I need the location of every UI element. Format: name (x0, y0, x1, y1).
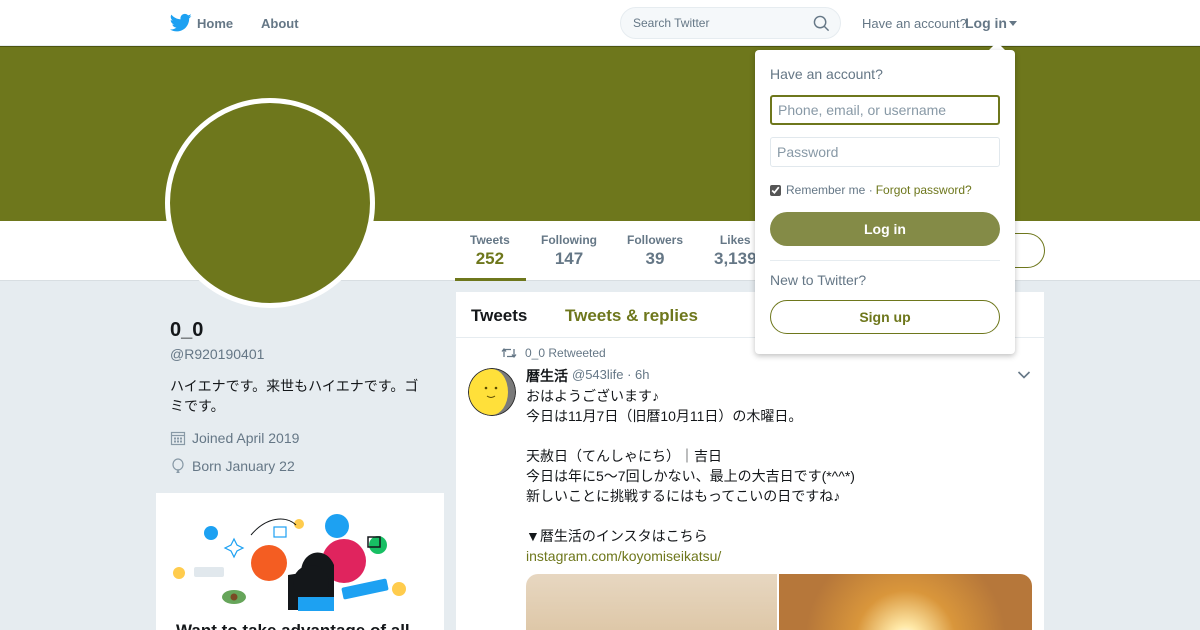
forgot-password-link[interactable]: Forgot password? (876, 183, 972, 197)
profile-bio: ハイエナです。来世もハイエナです。ゴミです。 (170, 378, 419, 414)
balloon-icon (172, 458, 184, 473)
tweet-link[interactable]: instagram.com/koyomiseikatsu/ (526, 546, 1026, 566)
signup-button[interactable]: Sign up (770, 300, 1000, 334)
login-menu-button[interactable]: Log in (965, 15, 1017, 31)
retweet-icon (501, 347, 517, 359)
tweet-line: 天赦日（てんしゃにち）｜吉日 (526, 448, 722, 464)
tweet-photo[interactable] (526, 574, 777, 630)
profile-joined-text: Joined April 2019 (192, 430, 300, 446)
nav-home-link[interactable]: Home (197, 16, 233, 31)
login-dropdown: Have an account? Remember me · Forgot pa… (755, 50, 1015, 354)
profile-name[interactable]: 0_0 (170, 319, 203, 342)
stat-tweets[interactable]: Tweets 252 (470, 233, 510, 269)
search-input[interactable]: Search Twitter (633, 16, 709, 30)
stat-value: 147 (554, 249, 584, 268)
remember-me-row: Remember me · Forgot password? (770, 183, 972, 197)
active-stat-underline (455, 278, 526, 281)
tweet-photo[interactable] (779, 574, 1032, 630)
new-to-twitter-text: New to Twitter? (770, 272, 867, 288)
nav-about-link[interactable]: About (261, 16, 299, 31)
stat-label: Followers (627, 233, 684, 247)
tab-tweets-and-replies[interactable]: Tweets & replies (565, 306, 698, 326)
tweet-line: 今日は11月7日（旧暦10月11日）の木曜日。 (526, 408, 803, 424)
divider (770, 260, 1000, 261)
caret-down-icon (1009, 21, 1017, 26)
twitter-bird-icon[interactable] (170, 13, 192, 33)
calendar-icon (170, 431, 186, 446)
tweet-line: おはようございます♪ (526, 388, 659, 404)
profile-avatar[interactable] (165, 98, 375, 308)
remember-me-label[interactable]: Remember me · (786, 183, 873, 197)
stat-value: 3,139 (714, 249, 757, 268)
username-field[interactable] (770, 95, 1000, 125)
profile-joined: Joined April 2019 (170, 430, 299, 446)
tweet-line: ▼暦生活のインスタはこちら (526, 528, 708, 544)
tweet-line: 今日は年に5〜7回しかない、最上の大吉日です(*^^*) (526, 468, 855, 484)
login-button[interactable]: Log in (770, 212, 1000, 246)
profile-born: Born January 22 (170, 458, 295, 474)
stat-label: Tweets (470, 233, 510, 247)
stat-value: 252 (475, 249, 505, 268)
stat-value: 39 (645, 249, 665, 268)
tweet-author-name[interactable]: 暦生活 (526, 366, 568, 386)
password-field[interactable] (770, 137, 1000, 167)
search-icon[interactable] (813, 15, 830, 32)
profile-born-text: Born January 22 (192, 458, 295, 474)
tweet-author-avatar[interactable] (468, 368, 516, 416)
tweet-author-handle-time[interactable]: @543life · 6h (572, 367, 650, 382)
promo-heading: Want to take advantage of all (176, 621, 410, 630)
dropdown-title: Have an account? (770, 66, 883, 82)
remember-me-checkbox[interactable] (770, 184, 781, 196)
tweet-line (526, 426, 1026, 446)
top-navigation-bar: Home About Search Twitter Have an accoun… (0, 0, 1200, 46)
promo-illustration (173, 514, 406, 611)
stat-likes[interactable]: Likes 3,139 (714, 233, 757, 269)
tweet-line: 新しいことに挑戦するにはもってこいの日ですね♪ (526, 488, 841, 504)
tweet-line (526, 506, 1026, 526)
stat-followers[interactable]: Followers 39 (627, 233, 683, 269)
chevron-down-icon[interactable] (1017, 370, 1031, 380)
tab-tweets[interactable]: Tweets (471, 306, 527, 326)
tweet-text: おはようございます♪ 今日は11月7日（旧暦10月11日）の木曜日。 天赦日（て… (526, 386, 1026, 566)
stat-label: Following (541, 233, 597, 247)
profile-handle[interactable]: @R920190401 (170, 346, 264, 362)
login-menu-label: Log in (965, 15, 1007, 31)
retweet-context: 0_0 Retweeted (501, 346, 606, 360)
retweet-text[interactable]: 0_0 Retweeted (525, 346, 606, 360)
tweet-media[interactable] (526, 574, 1032, 630)
stat-label: Likes (719, 233, 751, 247)
signup-promo-card: Want to take advantage of all (156, 493, 444, 630)
stat-following[interactable]: Following 147 (541, 233, 597, 269)
search-box[interactable]: Search Twitter (620, 7, 841, 39)
have-account-text: Have an account? (862, 16, 967, 31)
